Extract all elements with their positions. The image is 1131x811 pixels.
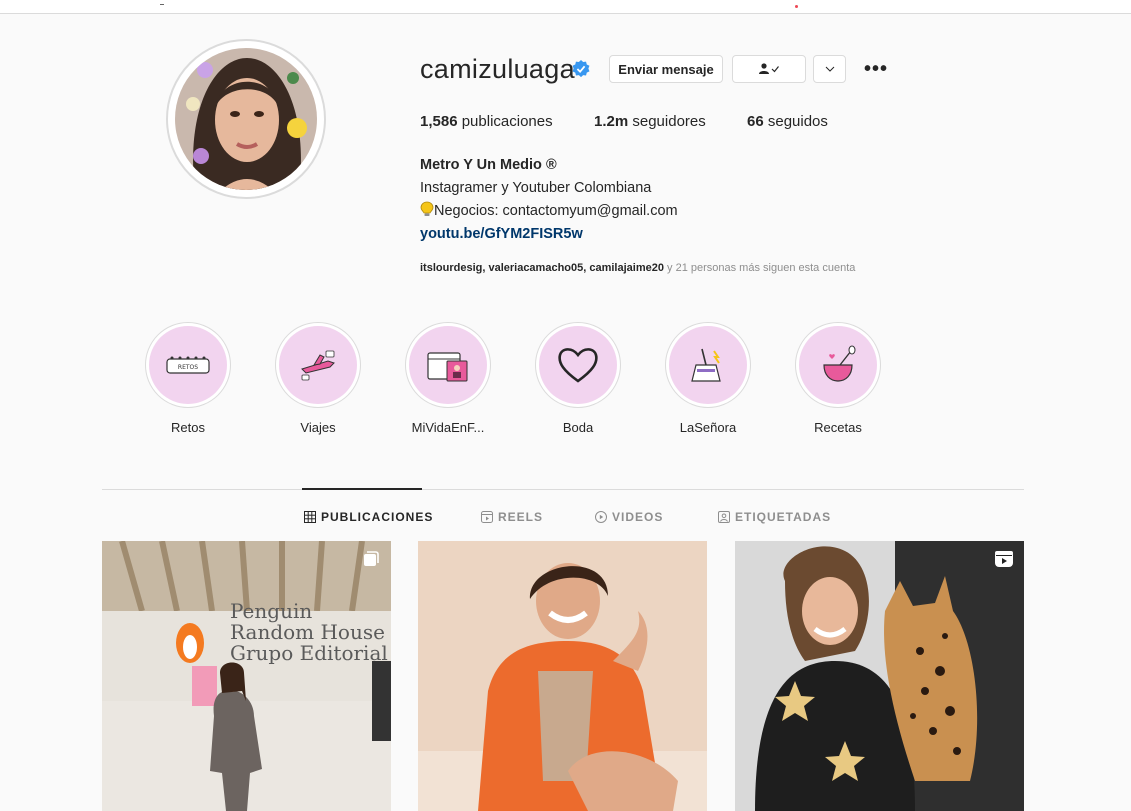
- verified-badge-icon: [572, 60, 590, 78]
- suggested-accounts-button[interactable]: [813, 55, 846, 83]
- heart-icon: [558, 348, 598, 383]
- tag-icon: [718, 511, 730, 523]
- post-sign-line: Random House: [230, 620, 385, 644]
- profile-bio: Metro Y Un Medio ® Instagramer y Youtube…: [420, 154, 678, 246]
- highlight-label: Viajes: [300, 420, 336, 435]
- tab-publicaciones[interactable]: PUBLICACIONES: [304, 510, 433, 524]
- retos-sign-icon: RETOS: [166, 356, 210, 374]
- followed-by-rest: y 21 personas más siguen esta cuenta: [663, 262, 856, 274]
- active-tab-indicator: [302, 488, 422, 490]
- bio-external-link[interactable]: youtu.be/GfYM2FISR5w: [420, 223, 678, 246]
- following-count: 66: [747, 113, 764, 130]
- grid-icon: [304, 511, 316, 523]
- highlight-retos[interactable]: RETOS Retos: [145, 322, 231, 435]
- post-sign-line: Grupo Editorial: [230, 641, 388, 665]
- person-check-icon: [759, 63, 779, 74]
- mixing-bowl-icon: [823, 345, 856, 382]
- post-image: [102, 541, 391, 811]
- highlight-mividaenf[interactable]: MiVidaEnF...: [405, 322, 491, 435]
- posts-label: publicaciones: [461, 113, 553, 130]
- avatar: [175, 48, 317, 190]
- nav-fragment: [160, 2, 164, 5]
- options-button[interactable]: •••: [864, 58, 888, 81]
- send-message-button[interactable]: Enviar mensaje: [609, 55, 723, 83]
- calendar-photo-icon: [427, 352, 468, 382]
- svg-text:RETOS: RETOS: [178, 364, 198, 371]
- post-thumbnail[interactable]: Penguin Random House Grupo Editorial: [102, 541, 391, 811]
- followers-label: seguidores: [632, 113, 706, 130]
- post-thumbnail[interactable]: [735, 541, 1024, 811]
- carousel-icon: [364, 551, 379, 566]
- highlight-label: MiVidaEnF...: [411, 420, 485, 435]
- bio-line-1: Instagramer y Youtuber Colombiana: [420, 180, 652, 196]
- following-label: seguidos: [767, 113, 828, 130]
- post-image: [735, 541, 1024, 811]
- tab-etiquetadas[interactable]: ETIQUETADAS: [718, 510, 831, 524]
- post-image: [418, 541, 707, 811]
- highlight-label: Retos: [171, 420, 205, 435]
- highlight-label: Recetas: [814, 420, 862, 435]
- tab-videos[interactable]: VIDEOS: [595, 510, 663, 524]
- tab-reels[interactable]: REELS: [481, 510, 543, 524]
- highlight-viajes[interactable]: Viajes: [275, 322, 361, 435]
- profile-full-name: Metro Y Un Medio ®: [420, 157, 557, 173]
- tab-label: PUBLICACIONES: [321, 510, 434, 524]
- posts-count: 1,586: [420, 113, 458, 130]
- lightbulb-icon: [420, 201, 434, 216]
- bio-business-email: Negocios: contactomyum@gmail.com: [434, 203, 678, 219]
- tabs-divider: [102, 489, 1024, 490]
- highlight-label: Boda: [562, 420, 594, 435]
- post-sign-text: Penguin Random House Grupo Editorial: [230, 601, 388, 664]
- highlight-label: LaSeñora: [679, 420, 737, 435]
- play-icon: [595, 511, 607, 523]
- highlight-lasenora[interactable]: LaSeñora: [665, 322, 751, 435]
- chevron-down-icon: [825, 66, 834, 72]
- following-button[interactable]: [732, 55, 806, 83]
- posts-count-stat: 1,586 publicaciones: [420, 113, 553, 130]
- tab-label: ETIQUETADAS: [735, 510, 832, 524]
- post-thumbnail[interactable]: [418, 541, 707, 811]
- followed-by-text[interactable]: itslourdesig, valeriacamacho05, camilaja…: [420, 262, 855, 274]
- followed-by-names: itslourdesig, valeriacamacho05, camilaja…: [420, 262, 664, 274]
- tab-label: VIDEOS: [612, 510, 664, 524]
- profile-avatar-button[interactable]: [166, 39, 326, 199]
- top-navigation-bar: [0, 0, 1131, 14]
- notification-dot: [795, 5, 798, 8]
- reels-icon: [995, 551, 1013, 567]
- profile-username: camizuluaga: [420, 54, 575, 84]
- followers-count: 1.2m: [594, 113, 629, 130]
- bio-line-2: Negocios: contactomyum@gmail.com: [420, 200, 678, 223]
- airplane-icon: [301, 350, 335, 381]
- highlight-boda[interactable]: Boda: [535, 322, 621, 435]
- reels-icon: [481, 511, 493, 523]
- tab-label: REELS: [498, 510, 544, 524]
- highlight-recetas[interactable]: Recetas: [795, 322, 881, 435]
- post-sign-line: Penguin: [230, 599, 313, 623]
- followers-stat[interactable]: 1.2m seguidores: [594, 113, 706, 130]
- following-stat[interactable]: 66 seguidos: [747, 113, 828, 130]
- broom-icon: [691, 348, 721, 382]
